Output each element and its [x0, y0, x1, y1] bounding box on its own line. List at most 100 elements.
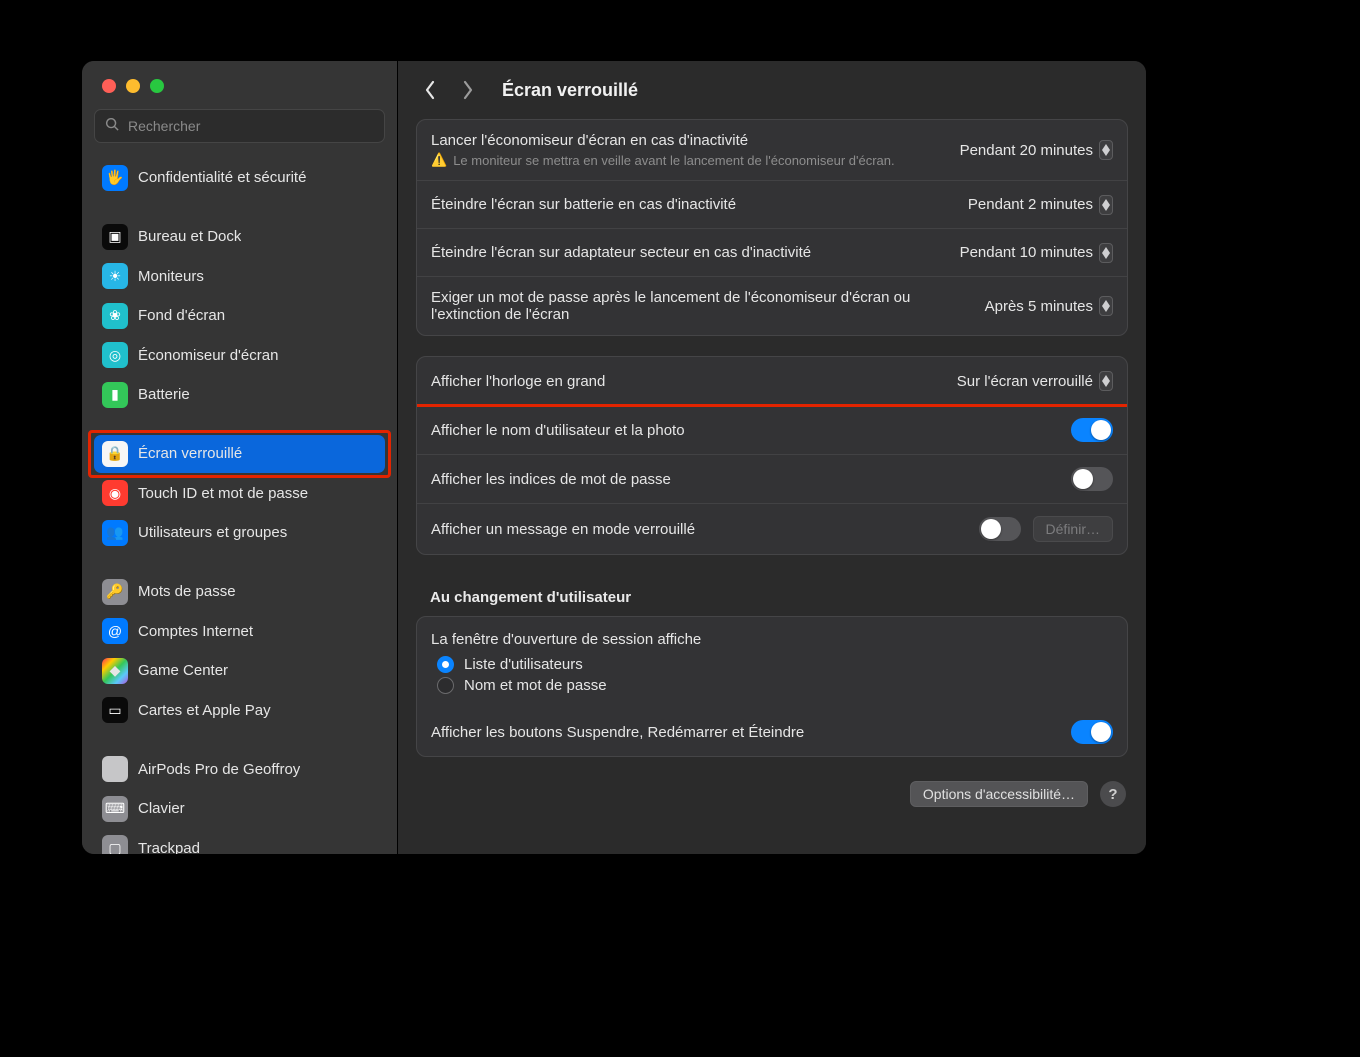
battery-icon: ▮: [102, 382, 128, 408]
sidebar-item-ssaver[interactable]: ◎ Économiseur d'écran: [94, 336, 385, 374]
nav-forward-button[interactable]: [458, 77, 478, 103]
panel-display: Afficher l'horloge en grand Sur l'écran …: [416, 356, 1128, 555]
internet-icon: @: [102, 618, 128, 644]
nav-back-button[interactable]: [420, 77, 440, 103]
sidebar-item-label: Moniteurs: [138, 268, 204, 285]
stepper-icon: [1099, 296, 1113, 316]
sidebar-item-privacy[interactable]: 🖐 Confidentialité et sécurité: [94, 159, 385, 197]
help-button[interactable]: ?: [1100, 781, 1126, 807]
airpods-icon: [102, 756, 128, 782]
password-delay-popup[interactable]: Après 5 minutes: [985, 296, 1113, 316]
minimize-window-button[interactable]: [126, 79, 140, 93]
keyboard-icon: ⌨: [102, 796, 128, 822]
sidebar-item-label: Économiseur d'écran: [138, 347, 278, 364]
row-display-ac: Éteindre l'écran sur adaptateur secteur …: [417, 228, 1127, 276]
warning-icon: ⚠️: [431, 153, 447, 167]
privacy-icon: 🖐: [102, 165, 128, 191]
sidebar-list: 🖐 Confidentialité et sécurité ▣ Bureau et D…: [82, 157, 397, 854]
sidebar-item-label: Utilisateurs et groupes: [138, 524, 287, 541]
sidebar-item-label: AirPods Pro de Geoffroy: [138, 761, 300, 778]
screensaver-delay-popup[interactable]: Pendant 20 minutes: [960, 140, 1113, 160]
sidebar-item-label: Batterie: [138, 386, 190, 403]
sidebar-item-touchid[interactable]: ◉ Touch ID et mot de passe: [94, 474, 385, 512]
wallpaper-icon: ❀: [102, 303, 128, 329]
search-input[interactable]: [128, 118, 374, 134]
passwords-icon: 🔑: [102, 579, 128, 605]
row-display-battery: Éteindre l'écran sur batterie en cas d'i…: [417, 180, 1127, 228]
close-window-button[interactable]: [102, 79, 116, 93]
panel-inactivity: Lancer l'économiseur d'écran en cas d'in…: [416, 119, 1128, 336]
sidebar-item-label: Mots de passe: [138, 583, 236, 600]
sidebar-item-label: Comptes Internet: [138, 623, 253, 640]
wallet-icon: ▭: [102, 697, 128, 723]
radio-name-password[interactable]: Nom et mot de passe: [437, 677, 1113, 694]
content-area: Écran verrouillé Lancer l'économiseur d'…: [398, 61, 1146, 854]
content-body: Lancer l'économiseur d'écran en cas d'in…: [398, 119, 1146, 854]
show-user-toggle[interactable]: [1071, 418, 1113, 442]
sidebar-item-internet[interactable]: @ Comptes Internet: [94, 612, 385, 650]
sidebar-item-label: Trackpad: [138, 840, 200, 855]
display-ac-delay-popup[interactable]: Pendant 10 minutes: [960, 243, 1113, 263]
sidebar-item-lockscreen[interactable]: 🔒 Écran verrouillé: [94, 435, 385, 473]
row-power-buttons: Afficher les boutons Suspendre, Redémarr…: [417, 708, 1127, 756]
sidebar-item-label: Écran verrouillé: [138, 445, 242, 462]
gamecenter-icon: ◆: [102, 658, 128, 684]
settings-window: 🖐 Confidentialité et sécurité ▣ Bureau et D…: [82, 61, 1146, 854]
sidebar-item-wallpaper[interactable]: ❀ Fond d'écran: [94, 297, 385, 335]
sidebar-item-displays[interactable]: ☀ Moniteurs: [94, 257, 385, 295]
sidebar-item-wallet[interactable]: ▭ Cartes et Apple Pay: [94, 691, 385, 729]
search-field[interactable]: [94, 109, 385, 143]
touchid-icon: ◉: [102, 480, 128, 506]
row-show-hint: Afficher les indices de mot de passe: [417, 454, 1127, 503]
set-message-button[interactable]: Définir…: [1033, 516, 1113, 542]
zoom-window-button[interactable]: [150, 79, 164, 93]
lockscreen-icon: 🔒: [102, 441, 128, 467]
sidebar-item-keyboard[interactable]: ⌨ Clavier: [94, 790, 385, 828]
window-traffic-lights: [82, 61, 397, 109]
display-battery-delay-popup[interactable]: Pendant 2 minutes: [968, 195, 1113, 215]
sidebar-item-desktop[interactable]: ▣ Bureau et Dock: [94, 218, 385, 256]
page-title: Écran verrouillé: [502, 80, 638, 101]
accessibility-options-button[interactable]: Options d'accessibilité…: [910, 781, 1088, 807]
radio-dot-icon: [437, 656, 454, 673]
desktop-icon: ▣: [102, 224, 128, 250]
sidebar-item-passwords[interactable]: 🔑 Mots de passe: [94, 573, 385, 611]
show-message-toggle[interactable]: [979, 517, 1021, 541]
row-screensaver: Lancer l'économiseur d'écran en cas d'in…: [417, 120, 1127, 180]
sidebar-item-label: Game Center: [138, 662, 228, 679]
sidebar-item-label: Confidentialité et sécurité: [138, 169, 306, 186]
radio-dot-icon: [437, 677, 454, 694]
content-header: Écran verrouillé: [398, 61, 1146, 119]
sidebar-item-airpods[interactable]: AirPods Pro de Geoffroy: [94, 750, 385, 788]
user-switching-heading: Au changement d'utilisateur: [416, 575, 1128, 616]
sidebar: 🖐 Confidentialité et sécurité ▣ Bureau et D…: [82, 61, 398, 854]
sidebar-item-label: Touch ID et mot de passe: [138, 485, 308, 502]
displays-icon: ☀: [102, 263, 128, 289]
panel-switching: La fenêtre d'ouverture de session affich…: [416, 616, 1128, 757]
users-icon: 👥: [102, 520, 128, 546]
row-title: Lancer l'économiseur d'écran en cas d'in…: [431, 132, 948, 149]
row-subtitle: ⚠️ Le moniteur se mettra en veille avant…: [431, 153, 948, 168]
power-buttons-toggle[interactable]: [1071, 720, 1113, 744]
sidebar-item-label: Bureau et Dock: [138, 228, 241, 245]
sidebar-item-battery[interactable]: ▮ Batterie: [94, 376, 385, 414]
stepper-icon: [1099, 140, 1113, 160]
show-hint-toggle[interactable]: [1071, 467, 1113, 491]
sidebar-item-label: Cartes et Apple Pay: [138, 702, 271, 719]
row-show-user: Afficher le nom d'utilisateur et la phot…: [417, 405, 1127, 454]
row-password-after: Exiger un mot de passe après le lancemen…: [417, 276, 1127, 335]
sidebar-item-users[interactable]: 👥 Utilisateurs et groupes: [94, 514, 385, 552]
radio-user-list[interactable]: Liste d'utilisateurs: [437, 656, 1113, 673]
sidebar-item-trackpad[interactable]: ▢ Trackpad: [94, 829, 385, 854]
trackpad-icon: ▢: [102, 835, 128, 854]
sidebar-item-gamecenter[interactable]: ◆ Game Center: [94, 652, 385, 690]
search-icon: [105, 117, 120, 135]
sidebar-item-label: Clavier: [138, 800, 185, 817]
highlight-big-clock: [416, 356, 1128, 407]
sidebar-item-label: Fond d'écran: [138, 307, 225, 324]
stepper-icon: [1099, 243, 1113, 263]
ssaver-icon: ◎: [102, 342, 128, 368]
row-show-message: Afficher un message en mode verrouillé D…: [417, 503, 1127, 554]
login-window-radiogroup: La fenêtre d'ouverture de session affich…: [417, 617, 1127, 708]
stepper-icon: [1099, 195, 1113, 215]
